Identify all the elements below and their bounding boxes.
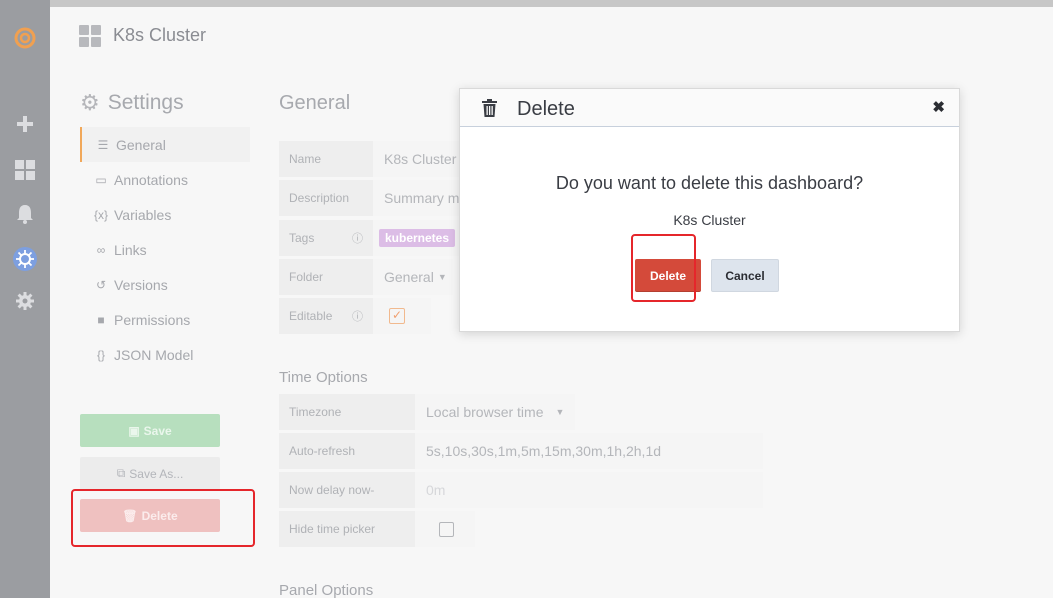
dashboard-grid-icon	[79, 25, 101, 47]
cancel-button[interactable]: Cancel	[711, 259, 779, 292]
copy-icon: ⧉	[116, 466, 126, 480]
hide-time-picker-checkbox[interactable]	[439, 521, 454, 537]
settings-nav-label: Versions	[114, 276, 168, 293]
caret-down-icon: ▼	[437, 272, 447, 282]
auto-refresh-row: Auto-refresh 5s,10s,30s,1m,5m,15m,30m,1h…	[279, 433, 763, 469]
settings-nav-variables[interactable]: {x} Variables	[80, 197, 250, 232]
description-row: Description Summary m	[279, 180, 483, 216]
settings-nav-label: Links	[114, 241, 147, 258]
tags-label-text: Tags	[289, 231, 315, 245]
dashboards-icon[interactable]	[0, 152, 50, 188]
timezone-row: Timezone Local browser time ▼	[279, 394, 575, 430]
editable-checkbox-wrap: ✓	[373, 298, 431, 334]
name-row: Name K8s Cluster	[279, 141, 483, 177]
json-icon: {}	[96, 347, 105, 362]
gear-icon[interactable]	[0, 283, 50, 319]
settings-nav-label: Variables	[114, 206, 172, 223]
settings-nav-permissions[interactable]: ■ Permissions	[80, 302, 250, 337]
auto-refresh-input[interactable]: 5s,10s,30s,1m,5m,15m,30m,1h,2h,1d	[415, 433, 763, 469]
auto-refresh-label: Auto-refresh	[279, 433, 415, 469]
comment-icon: ▭	[95, 172, 107, 187]
modal-header: Delete ✖	[460, 89, 959, 127]
settings-nav-annotations[interactable]: ▭ Annotations	[80, 162, 250, 197]
editable-label: Editable ⓘ	[279, 298, 373, 334]
settings-nav-label: Annotations	[114, 171, 188, 188]
link-icon: ∞	[96, 242, 106, 257]
folder-label: Folder	[279, 259, 373, 295]
info-icon: ⓘ	[352, 311, 363, 323]
tags-row: Tags ⓘ kubernetes	[279, 220, 483, 256]
settings-nav: ☰ General ▭ Annotations {x} Variables ∞ …	[80, 127, 250, 372]
save-as-button-label: Save As...	[129, 466, 184, 481]
tag-chip[interactable]: kubernetes	[379, 229, 456, 247]
name-label-text: Name	[289, 152, 322, 166]
now-delay-input[interactable]: 0m	[415, 472, 763, 508]
delete-dashboard-button[interactable]: 🗑 Delete	[80, 499, 220, 532]
bell-icon[interactable]	[0, 196, 50, 232]
time-options-heading: Time Options	[279, 369, 368, 386]
modal-question: Do you want to delete this dashboard?	[555, 173, 864, 193]
side-menu	[0, 0, 50, 598]
dashboard-title[interactable]: K8s Cluster	[113, 25, 206, 46]
now-delay-row: Now delay now- 0m	[279, 472, 763, 508]
lock-icon: ■	[97, 312, 105, 327]
description-label: Description	[279, 180, 373, 216]
settings-nav-label: Permissions	[114, 311, 191, 328]
info-icon: ⓘ	[352, 233, 363, 245]
kubernetes-icon[interactable]	[0, 241, 50, 277]
navbar: K8s Cluster	[50, 0, 1053, 62]
settings-nav-versions[interactable]: ↺ Versions	[80, 267, 250, 302]
settings-title: Settings	[107, 91, 184, 114]
tags-label: Tags ⓘ	[279, 220, 373, 256]
editable-row: Editable ⓘ ✓	[279, 298, 431, 334]
close-icon[interactable]: ✖	[932, 98, 945, 116]
panel-options-heading: Panel Options	[279, 582, 374, 598]
caret-down-icon: ▼	[555, 407, 565, 417]
settings-heading: ⚙ Settings	[80, 90, 184, 116]
delete-button-label: Delete	[141, 508, 178, 523]
hide-time-picker-wrap	[415, 511, 475, 547]
settings-nav-links[interactable]: ∞ Links	[80, 232, 250, 267]
hide-time-picker-label: Hide time picker	[279, 511, 415, 547]
name-label: Name	[279, 141, 373, 177]
editable-checkbox[interactable]: ✓	[389, 308, 405, 324]
timezone-select-value: Local browser time	[426, 404, 544, 420]
editable-label-text: Editable	[289, 309, 333, 323]
modal-title: Delete	[517, 98, 575, 120]
plus-icon[interactable]	[0, 106, 50, 142]
trash-icon: 🗑	[122, 508, 138, 523]
timezone-label: Timezone	[279, 394, 415, 430]
settings-nav-general[interactable]: ☰ General	[80, 127, 250, 162]
now-delay-label: Now delay now-	[279, 472, 415, 508]
modal-dashboard-name: K8s Cluster	[673, 212, 746, 228]
settings-nav-label: JSON Model	[114, 346, 194, 363]
folder-row: Folder General ▼	[279, 259, 453, 295]
folder-label-text: Folder	[289, 270, 324, 284]
save-button-label: Save	[143, 423, 172, 438]
floppy-icon: ▣	[128, 423, 140, 438]
timezone-select[interactable]: Local browser time ▼	[415, 394, 575, 430]
folder-select-value: General	[384, 269, 434, 285]
settings-nav-json-model[interactable]: {} JSON Model	[80, 337, 250, 372]
delete-dashboard-modal: Delete ✖ Do you want to delete this dash…	[459, 88, 960, 332]
grafana-logo-icon[interactable]	[0, 20, 50, 56]
folder-select[interactable]: General ▼	[373, 259, 453, 295]
cog-icon: ⚙	[80, 90, 100, 115]
hide-time-picker-row: Hide time picker	[279, 511, 475, 547]
save-as-button[interactable]: ⧉ Save As...	[80, 457, 220, 490]
trash-icon	[482, 99, 497, 117]
general-heading: General	[279, 92, 351, 114]
description-label-text: Description	[289, 191, 350, 205]
confirm-delete-button[interactable]: Delete	[635, 259, 701, 292]
variables-icon: {x}	[93, 207, 108, 222]
save-button[interactable]: ▣ Save	[80, 414, 220, 447]
settings-nav-label: General	[116, 136, 166, 153]
history-icon: ↺	[95, 277, 107, 292]
sliders-icon: ☰	[97, 137, 109, 152]
